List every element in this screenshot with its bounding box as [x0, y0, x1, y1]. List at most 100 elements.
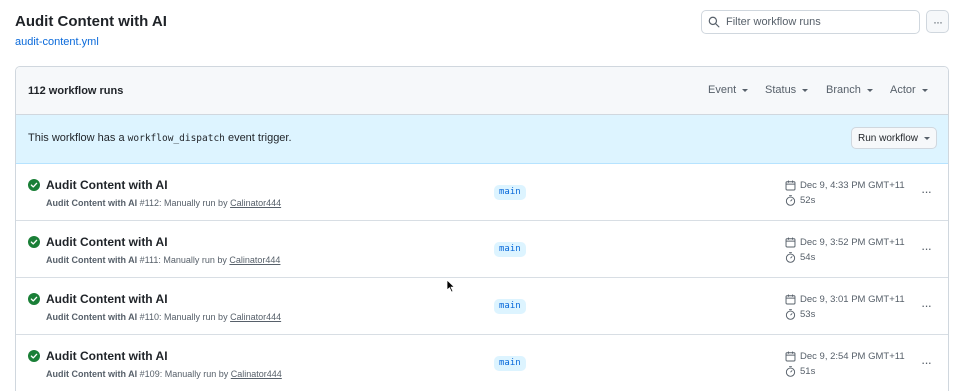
caret-down-icon	[924, 136, 931, 140]
actor-link[interactable]: Calinator444	[230, 312, 281, 322]
run-row[interactable]: Audit Content with AI Audit Content with…	[16, 221, 948, 278]
stopwatch-icon	[785, 309, 796, 320]
run-date: Dec 9, 4:33 PM GMT+11	[785, 180, 905, 191]
run-duration: 52s	[785, 195, 815, 206]
branch-filter[interactable]: Branch	[826, 84, 873, 96]
filter-runs-field[interactable]	[701, 10, 920, 34]
search-icon	[708, 16, 720, 28]
status-filter-label: Status	[765, 84, 797, 96]
runs-header: 112 workflow runs Event Status Branch Ac…	[16, 67, 948, 115]
page-title: Audit Content with AI	[15, 13, 167, 30]
run-row[interactable]: Audit Content with AI Audit Content with…	[16, 164, 948, 221]
run-name: Audit Content with AI	[46, 312, 138, 322]
run-row[interactable]: Audit Content with AI Audit Content with…	[16, 278, 948, 335]
run-subtitle: Audit Content with AI #112: Manually run…	[46, 198, 281, 208]
run-date-text: Dec 9, 3:01 PM GMT+11	[800, 294, 905, 305]
run-date: Dec 9, 3:52 PM GMT+11	[785, 237, 905, 248]
run-title-link[interactable]: Audit Content with AI	[46, 349, 168, 363]
run-duration-text: 52s	[800, 195, 816, 206]
run-number: #110	[139, 312, 160, 322]
calendar-icon	[785, 180, 796, 191]
run-duration: 51s	[785, 366, 815, 377]
run-options-button[interactable]: ···	[921, 241, 932, 256]
run-name: Audit Content with AI	[46, 198, 138, 208]
dispatch-banner: This workflow has a workflow_dispatch ev…	[16, 115, 948, 164]
run-date-text: Dec 9, 4:33 PM GMT+11	[800, 180, 905, 191]
workflow-file-link[interactable]: audit-content.yml	[15, 36, 99, 48]
calendar-icon	[785, 351, 796, 362]
run-date: Dec 9, 3:01 PM GMT+11	[785, 294, 905, 305]
run-title-link[interactable]: Audit Content with AI	[46, 292, 168, 306]
kebab-horizontal-icon: ···	[921, 298, 932, 313]
actor-filter[interactable]: Actor	[890, 84, 928, 96]
caret-down-icon	[866, 88, 873, 92]
workflow-runs-panel: 112 workflow runs Event Status Branch Ac…	[15, 66, 949, 391]
calendar-icon	[785, 294, 796, 305]
run-duration-text: 51s	[800, 366, 816, 377]
actor-link[interactable]: Calinator444	[230, 198, 281, 208]
dispatch-text-before: This workflow has a	[28, 132, 128, 144]
run-options-button[interactable]: ···	[921, 184, 932, 199]
branch-tag[interactable]: main	[494, 242, 526, 257]
run-trigger-text: : Manually run by	[159, 369, 231, 379]
stopwatch-icon	[785, 366, 796, 377]
run-name: Audit Content with AI	[46, 255, 138, 265]
run-date-text: Dec 9, 2:54 PM GMT+11	[800, 351, 905, 362]
run-duration: 54s	[785, 252, 815, 263]
dispatch-code: workflow_dispatch	[127, 133, 225, 144]
run-subtitle: Audit Content with AI #110: Manually run…	[46, 312, 281, 322]
run-options-button[interactable]: ···	[921, 298, 932, 313]
status-filter[interactable]: Status	[765, 84, 809, 96]
check-circle-icon	[28, 236, 40, 248]
run-number: #111	[139, 255, 159, 265]
branch-tag[interactable]: main	[494, 356, 526, 371]
actor-link[interactable]: Calinator444	[231, 369, 282, 379]
run-duration-text: 54s	[800, 252, 816, 263]
run-options-button[interactable]: ···	[921, 355, 932, 370]
kebab-horizontal-icon: ···	[921, 355, 932, 370]
run-date: Dec 9, 2:54 PM GMT+11	[785, 351, 905, 362]
run-trigger-text: : Manually run by	[159, 198, 231, 208]
actor-link[interactable]: Calinator444	[229, 255, 280, 265]
run-workflow-button[interactable]: Run workflow	[851, 127, 937, 149]
stopwatch-icon	[785, 195, 796, 206]
caret-down-icon	[802, 88, 809, 92]
caret-down-icon	[742, 88, 749, 92]
dispatch-text-after: event trigger.	[224, 132, 292, 144]
branch-filter-label: Branch	[826, 84, 861, 96]
check-circle-icon	[28, 179, 40, 191]
more-options-button[interactable]: ···	[926, 10, 949, 33]
filter-runs-input[interactable]	[726, 13, 916, 31]
run-row[interactable]: Audit Content with AI Audit Content with…	[16, 335, 948, 391]
stopwatch-icon	[785, 252, 796, 263]
run-trigger-text: : Manually run by	[159, 312, 231, 322]
kebab-horizontal-icon: ···	[921, 184, 932, 199]
run-date-text: Dec 9, 3:52 PM GMT+11	[800, 237, 905, 248]
run-subtitle: Audit Content with AI #109: Manually run…	[46, 369, 282, 379]
run-name: Audit Content with AI	[46, 369, 138, 379]
branch-tag[interactable]: main	[494, 299, 526, 314]
run-duration-text: 53s	[800, 309, 816, 320]
kebab-horizontal-icon: ···	[921, 241, 932, 256]
run-duration: 53s	[785, 309, 815, 320]
run-title-link[interactable]: Audit Content with AI	[46, 235, 168, 249]
check-circle-icon	[28, 293, 40, 305]
runs-count: 112 workflow runs	[28, 85, 124, 97]
check-circle-icon	[28, 350, 40, 362]
run-subtitle: Audit Content with AI #111: Manually run…	[46, 255, 280, 265]
run-title-link[interactable]: Audit Content with AI	[46, 178, 168, 192]
caret-down-icon	[921, 88, 928, 92]
run-number: #112	[139, 198, 160, 208]
event-filter[interactable]: Event	[708, 84, 749, 96]
run-workflow-label: Run workflow	[857, 132, 919, 144]
runs-list: Audit Content with AI Audit Content with…	[16, 164, 948, 391]
run-number: #109	[139, 369, 160, 379]
event-filter-label: Event	[708, 84, 737, 96]
mouse-cursor-icon	[446, 279, 456, 293]
kebab-horizontal-icon: ···	[933, 14, 943, 29]
branch-tag[interactable]: main	[494, 185, 526, 200]
actor-filter-label: Actor	[890, 84, 916, 96]
run-trigger-text: : Manually run by	[158, 255, 230, 265]
dispatch-text: This workflow has a workflow_dispatch ev…	[28, 132, 292, 144]
calendar-icon	[785, 237, 796, 248]
